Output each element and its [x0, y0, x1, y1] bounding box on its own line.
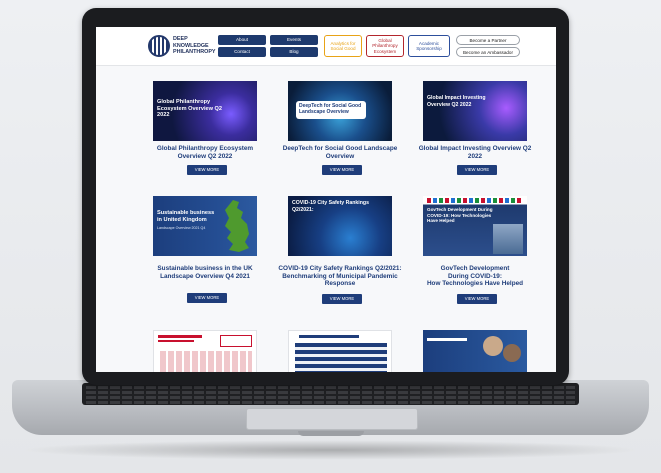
thumbnail-title: Global Impact Investing Overview Q2 2022: [427, 95, 486, 108]
thumbnail-title: Sustainable business in United Kingdom: [157, 210, 215, 223]
building-image-icon: [493, 224, 523, 254]
portrait-icon: [503, 344, 521, 362]
site-header: DEEP KNOWLEDGE PHILANTHROPY About Events…: [96, 27, 556, 66]
report-title[interactable]: Global Philanthropy Ecosystem Overview Q…: [143, 145, 267, 160]
report-thumbnail: COVID-19 City Safety Rankings Q2/2021:: [288, 196, 392, 256]
report-title-line: During COVID-19:: [448, 272, 502, 280]
laptop-screen: DEEP KNOWLEDGE PHILANTHROPY About Events…: [96, 27, 556, 372]
report-thumbnail: Global Impact Investing Overview Q2 2022: [423, 81, 527, 141]
report-thumbnail: GovTech Development During COVID-19: How…: [423, 196, 527, 256]
nav-about-button[interactable]: About: [218, 35, 266, 45]
thumbnail-text-line: [158, 340, 194, 342]
view-more-button[interactable]: VIEW MORE: [187, 165, 227, 175]
key-row: [86, 386, 575, 389]
flags-strip-icon: [427, 198, 523, 203]
nav-blog-button[interactable]: Blog: [270, 47, 318, 57]
nav-events-button[interactable]: Events: [270, 35, 318, 45]
logo-text: DEEP KNOWLEDGE PHILANTHROPY: [173, 36, 216, 56]
thumbnail-text-line: [299, 335, 359, 338]
view-more-button[interactable]: VIEW MORE: [457, 165, 497, 175]
uk-map-icon: [225, 200, 249, 252]
key-row: [86, 401, 575, 404]
logo-line: KNOWLEDGE: [173, 42, 209, 49]
thumbnail-grid: [160, 351, 252, 372]
become-a-partner-button[interactable]: Become a Partner: [456, 35, 520, 45]
report-title-line: GovTech Development: [440, 265, 510, 272]
view-more-button[interactable]: VIEW MORE: [322, 294, 362, 304]
report-thumbnail: Sustainable business in United Kingdom L…: [153, 196, 257, 256]
report-thumbnail: [153, 330, 257, 372]
thumbnail-badge: [220, 335, 252, 347]
view-more-button[interactable]: VIEW MORE: [187, 293, 227, 303]
thumbnail-title: DeepTech for Social Good Landscape Overv…: [299, 103, 362, 115]
thumbnail-title: COVID-19 City Safety Rankings Q2/2021:: [292, 200, 369, 213]
report-thumbnail: [288, 330, 392, 372]
key-row: [86, 396, 575, 399]
thumbnail-subtitle: Landscape Overview 2021 Q4: [157, 226, 206, 230]
laptop-shadow: [20, 440, 641, 460]
report-title[interactable]: Sustainable business in the UK Landscape…: [143, 265, 267, 280]
thumbnail-text-line: [158, 335, 202, 338]
logo-mark-icon: [148, 35, 170, 57]
site-logo[interactable]: DEEP KNOWLEDGE PHILANTHROPY: [148, 35, 216, 57]
thumbnail-table: [295, 343, 387, 372]
view-more-button[interactable]: VIEW MORE: [457, 294, 497, 304]
report-thumbnail: [423, 330, 527, 372]
academic-label-line: Sponsorship: [416, 46, 442, 51]
report-thumbnail: Global Philanthropy Ecosystem Overview Q…: [153, 81, 257, 141]
lid-notch: [298, 431, 364, 436]
key-row: [86, 391, 575, 394]
global-label-line: Ecosystem: [373, 48, 397, 54]
nav-contact-button[interactable]: Contact: [218, 47, 266, 57]
thumbnail-title: GovTech Development During COVID-19: How…: [427, 207, 493, 224]
academic-sponsorship-button[interactable]: Academic Sponsorship: [408, 35, 450, 57]
report-title[interactable]: DeepTech for Social Good Landscape Overv…: [278, 145, 402, 160]
analytics-label: Analytics for Social Good: [330, 40, 356, 51]
analytics-for-social-good-button[interactable]: Analytics for Social Good: [324, 35, 362, 57]
report-title[interactable]: Global Impact Investing Overview Q2 2022: [413, 145, 537, 160]
thumbnail-title: Global Philanthropy Ecosystem Overview Q…: [157, 99, 222, 119]
report-thumbnail: DeepTech for Social Good Landscape Overv…: [288, 81, 392, 141]
view-more-button[interactable]: VIEW MORE: [322, 165, 362, 175]
report-title[interactable]: COVID-19 City Safety Rankings Q2/2021: B…: [278, 265, 402, 288]
keyboard: [82, 383, 579, 405]
report-title-line: How Technologies Have Helped: [426, 280, 524, 288]
global-philanthropy-ecosystem-button[interactable]: Global Philanthropy Ecosystem: [366, 35, 404, 57]
become-an-ambassador-button[interactable]: Become an Ambassador: [456, 47, 520, 57]
logo-line: DEEP: [173, 36, 188, 42]
portrait-icon: [483, 336, 503, 356]
trackpad: [246, 408, 418, 430]
logo-line: PHILANTHROPY: [173, 49, 216, 56]
report-title[interactable]: GovTech Development During COVID-19: How…: [413, 265, 537, 288]
thumbnail-text-line: [427, 338, 467, 341]
